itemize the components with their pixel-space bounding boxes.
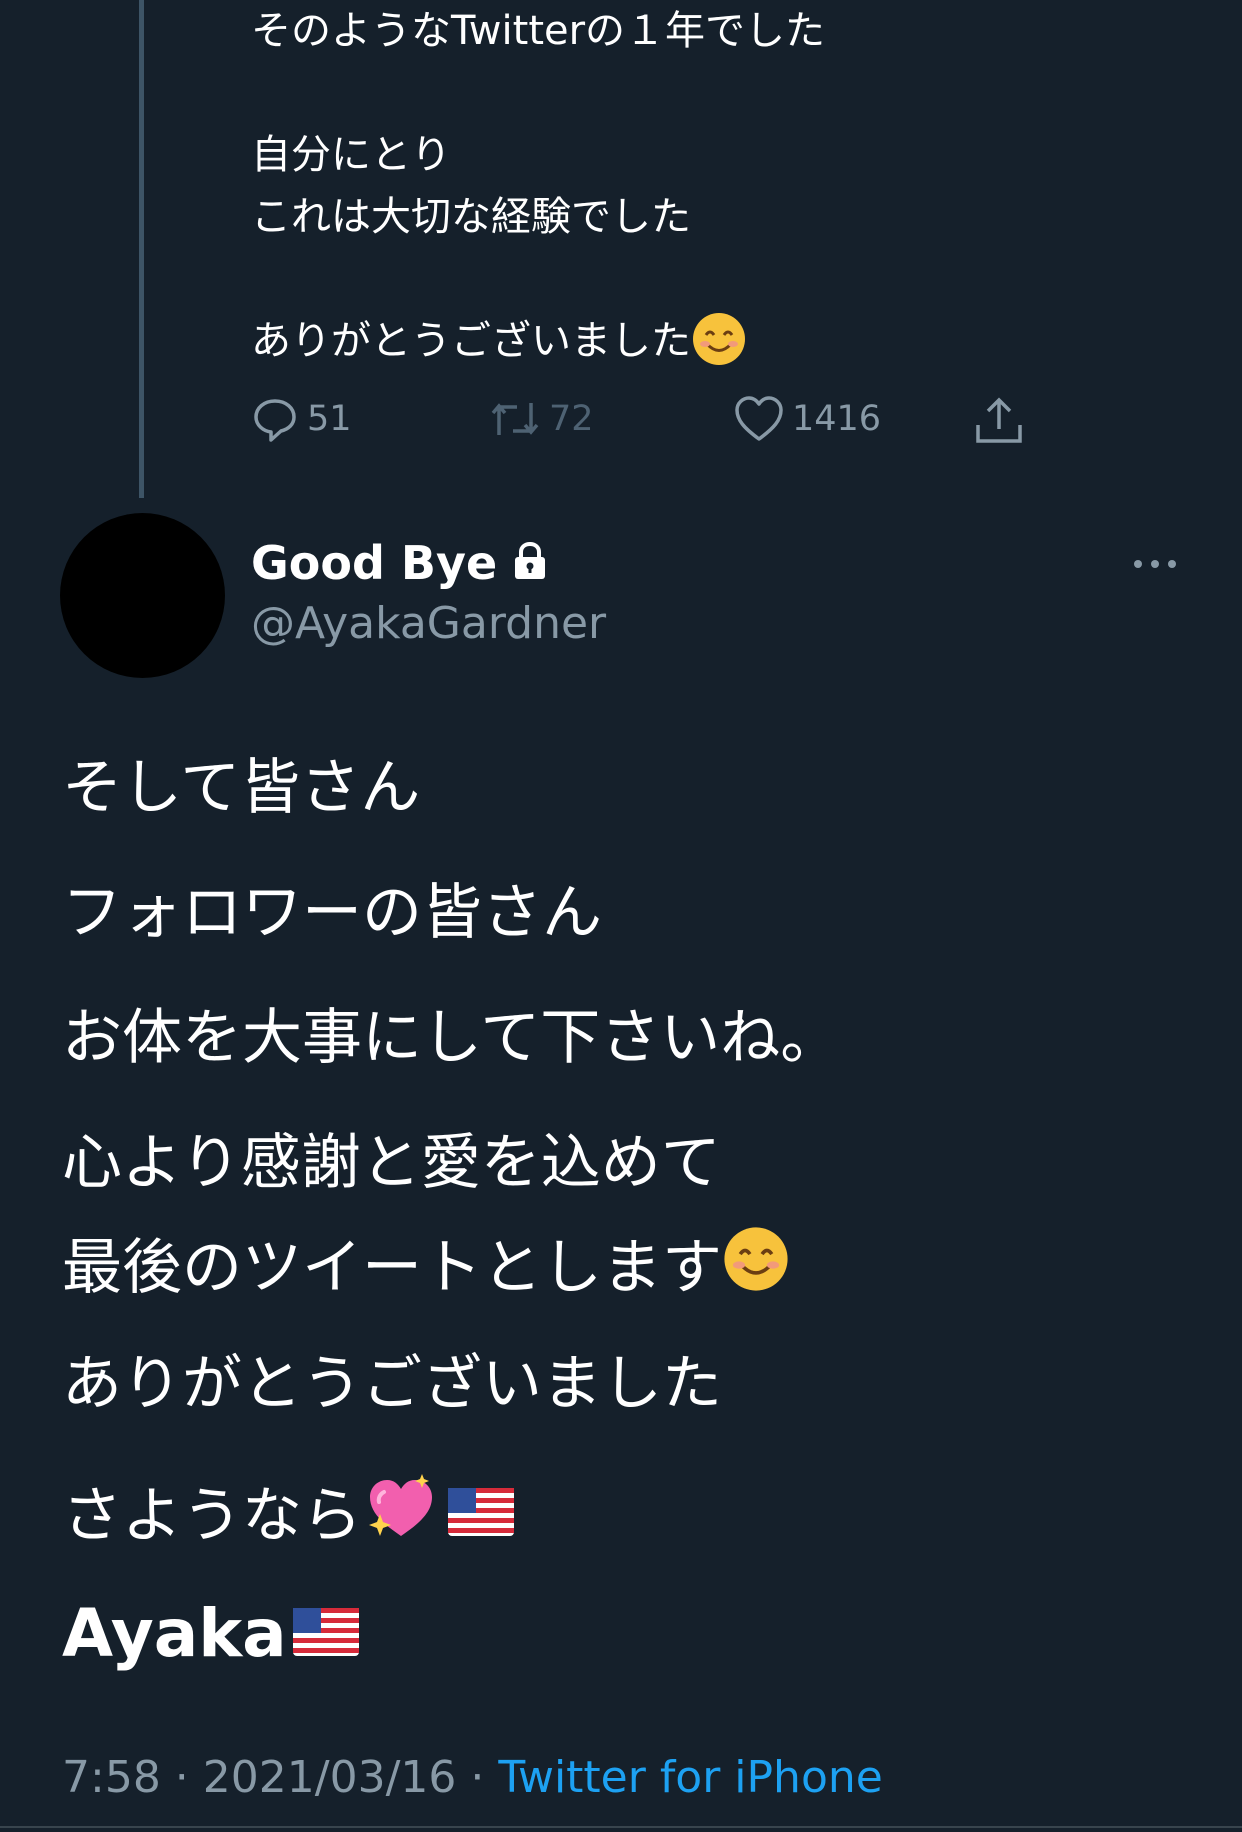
previous-tweet-actions: 51 72 1416 bbox=[251, 395, 1051, 451]
tweet-line: ありがとうございました bbox=[62, 1349, 722, 1419]
previous-tweet-line: そのようなTwitterの１年でした bbox=[251, 8, 826, 54]
us-flag-emoji bbox=[448, 1478, 514, 1554]
display-name[interactable]: Good Bye bbox=[251, 536, 497, 590]
like-icon bbox=[735, 396, 783, 441]
like-count: 1416 bbox=[792, 399, 882, 439]
meta-separator: · bbox=[456, 1752, 499, 1803]
retweet-button[interactable]: 72 bbox=[489, 395, 594, 443]
more-options-button[interactable] bbox=[1130, 548, 1180, 584]
like-button[interactable]: 1416 bbox=[734, 395, 881, 443]
lock-icon bbox=[509, 540, 551, 586]
retweet-icon bbox=[491, 403, 539, 435]
share-icon bbox=[976, 397, 1022, 443]
handle[interactable]: @AyakaGardner bbox=[251, 598, 606, 649]
tweet-date[interactable]: 2021/03/16 bbox=[203, 1752, 457, 1803]
tweet-line: フォロワーの皆さん bbox=[62, 878, 602, 948]
smile-emoji bbox=[691, 311, 747, 371]
tweet-line-with-emoji: さようなら bbox=[62, 1470, 514, 1562]
avatar[interactable] bbox=[60, 513, 225, 678]
tweet-time[interactable]: 7:58 bbox=[62, 1752, 161, 1803]
previous-tweet-line: ありがとうございました bbox=[251, 318, 691, 364]
previous-tweet-line: これは大切な経験でした bbox=[251, 194, 691, 240]
tweet-line: そして皆さん bbox=[62, 753, 421, 823]
signature-line: Ayaka bbox=[62, 1594, 359, 1674]
tweet-line: 心より感謝と愛を込めて bbox=[62, 1128, 721, 1198]
share-button[interactable] bbox=[973, 395, 1033, 447]
retweet-count: 72 bbox=[549, 399, 594, 439]
tweet-line: さようなら bbox=[62, 1481, 362, 1551]
sparkling-heart-emoji bbox=[364, 1470, 438, 1562]
signature: Ayaka bbox=[62, 1595, 287, 1672]
us-flag-emoji bbox=[292, 1594, 359, 1674]
meta-separator: · bbox=[160, 1752, 203, 1803]
reply-count: 51 bbox=[307, 399, 352, 439]
previous-tweet-line: 自分にとり bbox=[251, 132, 451, 178]
divider bbox=[0, 1826, 1242, 1828]
smile-emoji bbox=[722, 1225, 790, 1311]
tweet-line: 最後のツイートとします bbox=[62, 1233, 722, 1303]
reply-button[interactable]: 51 bbox=[251, 395, 352, 443]
thread-connector bbox=[139, 0, 144, 498]
tweet-metadata: 7:58 · 2021/03/16 · Twitter for iPhone bbox=[62, 1752, 883, 1803]
tweet-line-with-emoji: 最後のツイートとします bbox=[62, 1225, 790, 1311]
tweet-line: お体を大事にして下さいね。 bbox=[62, 1003, 841, 1073]
tweet-source-link[interactable]: Twitter for iPhone bbox=[498, 1752, 882, 1803]
more-icon bbox=[1134, 560, 1176, 568]
previous-tweet-last-line: ありがとうございました bbox=[251, 310, 747, 372]
author-name-row[interactable]: Good Bye bbox=[251, 536, 551, 590]
reply-icon bbox=[254, 399, 296, 442]
